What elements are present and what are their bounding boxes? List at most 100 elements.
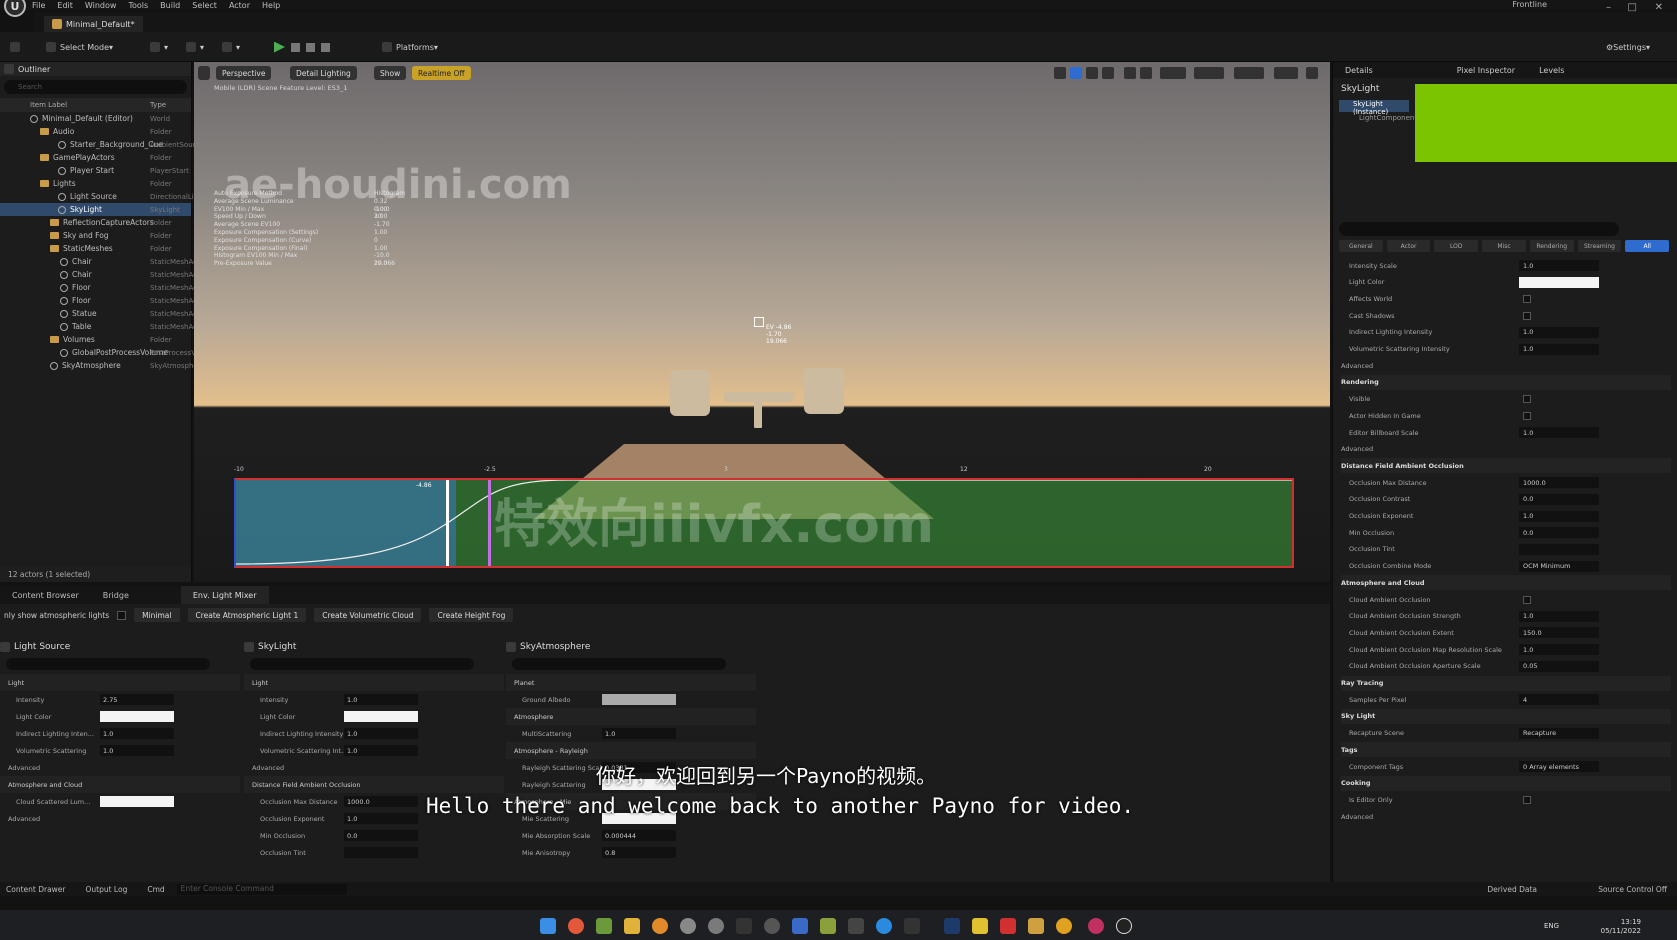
outliner-search-input[interactable]: Search xyxy=(4,80,187,94)
mixer-value-input[interactable]: 0.0 xyxy=(344,830,418,841)
output-log-button[interactable]: Output Log xyxy=(86,885,128,894)
property-section[interactable]: Sky Light xyxy=(1341,708,1671,724)
level-tab[interactable]: Minimal_Default* xyxy=(44,16,143,32)
minimal-dropdown[interactable]: Minimal xyxy=(134,608,180,622)
menu-tools[interactable]: Tools xyxy=(128,1,148,10)
terminal-icon[interactable] xyxy=(736,918,752,934)
mixer-value-input[interactable]: 0.000444 xyxy=(602,830,676,841)
tab-levels[interactable]: Levels xyxy=(1527,66,1576,75)
system-clock[interactable]: 13:19 05/11/2022 xyxy=(1601,918,1641,936)
property-checkbox[interactable] xyxy=(1523,595,1531,604)
mixer-value-input[interactable]: 1.0 xyxy=(100,745,174,756)
property-value-input[interactable]: 1.0 xyxy=(1519,343,1599,355)
mixer-value-input[interactable]: 1.0 xyxy=(344,694,418,705)
property-row[interactable]: Advanced xyxy=(1341,442,1671,457)
outliner-tab[interactable]: Outliner xyxy=(0,62,191,76)
minimize-icon[interactable]: – xyxy=(1606,2,1611,13)
cinematics-button[interactable]: ▾ xyxy=(218,39,244,55)
outliner-row[interactable]: Minimal_Default (Editor) World xyxy=(0,112,191,125)
app-icon[interactable] xyxy=(652,918,668,934)
property-row[interactable]: Advanced xyxy=(1341,809,1671,824)
camera-speed-icon[interactable] xyxy=(1274,67,1298,79)
app-icon[interactable] xyxy=(764,918,780,934)
property-value-input[interactable]: 4 xyxy=(1519,694,1599,706)
app-icon[interactable] xyxy=(1088,918,1104,934)
outliner-row[interactable]: Light Source DirectionalLight xyxy=(0,190,205,203)
color-swatch[interactable] xyxy=(602,694,676,705)
only-show-checkbox[interactable] xyxy=(117,610,127,620)
property-value-input[interactable]: 0 Array elements xyxy=(1519,761,1599,772)
start-icon[interactable] xyxy=(540,918,556,934)
category-lod[interactable]: LOD xyxy=(1434,240,1479,252)
rotation-snap-icon[interactable] xyxy=(1194,67,1224,79)
app-icon[interactable] xyxy=(596,918,612,934)
select-tool-icon[interactable] xyxy=(1054,67,1066,79)
property-section[interactable]: Distance Field Ambient Occlusion xyxy=(1341,458,1671,474)
surface-snap-icon[interactable] xyxy=(1140,67,1152,79)
add-content-button[interactable]: ▾ xyxy=(146,39,172,55)
mixer-property[interactable]: Advanced xyxy=(0,810,240,827)
pause-icon[interactable] xyxy=(291,42,300,52)
outliner-row[interactable]: Audio Folder xyxy=(0,125,191,138)
tab-env-light-mixer[interactable]: Env. Light Mixer xyxy=(180,586,269,604)
mixer-value-input[interactable]: 1.0 xyxy=(100,728,174,739)
app-icon[interactable] xyxy=(792,918,808,934)
property-section[interactable]: Tags xyxy=(1341,742,1671,758)
save-icon[interactable] xyxy=(6,39,24,55)
mixer-value-input[interactable]: 1.0 xyxy=(602,728,676,739)
mixer-value-input[interactable]: 1.0 xyxy=(344,728,418,739)
select-mode-button[interactable]: Select Mode ▾ xyxy=(42,39,117,55)
play-icon[interactable] xyxy=(274,41,285,53)
app-icon[interactable] xyxy=(820,918,836,934)
property-value-input[interactable]: 1.0 xyxy=(1519,427,1599,438)
menu-help[interactable]: Help xyxy=(262,1,280,10)
property-section[interactable]: Atmosphere and Cloud xyxy=(1341,575,1671,591)
outliner-row[interactable]: StaticMeshes Folder xyxy=(0,242,191,255)
color-swatch[interactable] xyxy=(100,711,174,722)
column-search-input[interactable] xyxy=(250,658,474,670)
category-all[interactable]: All xyxy=(1625,240,1670,252)
outliner-row[interactable]: ReflectionCaptureActors Folder xyxy=(0,216,191,229)
menu-edit[interactable]: Edit xyxy=(57,1,73,10)
property-value-input[interactable]: Recapture xyxy=(1519,727,1599,739)
outliner-row[interactable]: Table StaticMeshActor xyxy=(0,320,207,333)
outliner-row[interactable]: Volumes Folder xyxy=(0,333,191,346)
mixer-section[interactable]: Atmosphere xyxy=(506,708,756,725)
category-streaming[interactable]: Streaming xyxy=(1577,240,1622,252)
outliner-row[interactable]: Lights Folder xyxy=(0,177,191,190)
create-atmospheric-light-button[interactable]: Create Atmospheric Light 1 xyxy=(187,608,307,622)
perspective-button[interactable]: Perspective xyxy=(216,66,272,80)
property-checkbox[interactable] xyxy=(1523,411,1531,420)
level-viewport[interactable]: Perspective Detail Lighting Show Realtim… xyxy=(194,62,1330,582)
translate-tool-icon[interactable] xyxy=(1070,67,1082,79)
outliner-row[interactable]: SkyLight SkyLight xyxy=(0,203,191,216)
source-control-button[interactable]: Source Control Off xyxy=(1598,885,1667,894)
mixer-section[interactable]: Light xyxy=(0,674,240,691)
menu-select[interactable]: Select xyxy=(192,1,217,10)
tab-details[interactable]: Details xyxy=(1333,66,1385,75)
mixer-value-input[interactable]: 2.75 xyxy=(100,694,174,705)
category-rendering[interactable]: Rendering xyxy=(1529,240,1574,252)
outliner-row[interactable]: Floor StaticMeshActor xyxy=(0,281,207,294)
property-checkbox[interactable] xyxy=(1523,294,1531,303)
mixer-section[interactable]: Planet xyxy=(506,674,756,691)
details-search-input[interactable] xyxy=(1339,222,1619,236)
chair-mesh[interactable] xyxy=(804,368,844,414)
mixer-value-input[interactable]: 0.8 xyxy=(602,847,676,858)
console-command-input[interactable]: Enter Console Command xyxy=(176,883,347,895)
property-value-input[interactable]: OCM Minimum xyxy=(1519,560,1599,572)
outliner-row[interactable]: Sky and Fog Folder xyxy=(0,229,191,242)
color-swatch[interactable] xyxy=(344,847,418,858)
menu-build[interactable]: Build xyxy=(160,1,180,10)
outliner-row[interactable]: Statue StaticMeshActor xyxy=(0,307,207,320)
color-swatch[interactable] xyxy=(344,711,418,722)
maximize-viewport-icon[interactable] xyxy=(1306,67,1318,79)
property-section[interactable]: Ray Tracing xyxy=(1341,675,1671,691)
create-height-fog-button[interactable]: Create Height Fog xyxy=(429,608,514,622)
photoshop-icon[interactable] xyxy=(944,918,960,934)
property-value-input[interactable]: 1.0 xyxy=(1519,260,1599,271)
property-value-input[interactable]: 1.0 xyxy=(1519,644,1599,656)
outliner-row[interactable]: SkyAtmosphere SkyAtmosphere xyxy=(0,359,205,372)
mixer-section[interactable]: Distance Field Ambient Occlusion xyxy=(244,776,504,793)
type-header[interactable]: Type xyxy=(150,101,166,109)
